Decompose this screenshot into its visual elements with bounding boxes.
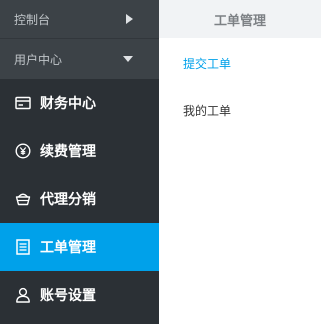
app-root: 控制台 用户中心 财务中心 续费管理 代理分销 工单管理 账号设置 工单管理 提… — [0, 0, 321, 324]
sidebar-item-account[interactable]: 账号设置 — [0, 271, 159, 319]
sidebar-item-label: 工单管理 — [40, 240, 96, 256]
submenu-panel: 工单管理 提交工单 我的工单 — [159, 0, 321, 324]
panel-title: 工单管理 — [159, 0, 321, 38]
sidebar-item-label: 账号设置 — [40, 288, 96, 304]
basket-icon — [14, 190, 32, 208]
user-icon — [14, 286, 32, 304]
chevron-right-icon — [126, 14, 133, 24]
document-icon — [14, 238, 32, 256]
chevron-down-icon — [123, 56, 133, 62]
sidebar-item-label: 续费管理 — [40, 144, 96, 160]
sidebar-item-distribution[interactable]: 代理分销 — [0, 175, 159, 223]
sidebar-item-finance[interactable]: 财务中心 — [0, 79, 159, 127]
sidebar-item-renewal[interactable]: 续费管理 — [0, 127, 159, 175]
yen-circle-icon — [14, 142, 32, 160]
nav-user-center[interactable]: 用户中心 — [0, 39, 159, 79]
nav-console[interactable]: 控制台 — [0, 0, 159, 38]
submenu-item-submit-ticket[interactable]: 提交工单 — [159, 40, 321, 86]
submenu-item-my-tickets[interactable]: 我的工单 — [159, 87, 321, 133]
sidebar: 控制台 用户中心 财务中心 续费管理 代理分销 工单管理 账号设置 — [0, 0, 159, 324]
sidebar-item-label: 代理分销 — [40, 192, 96, 208]
nav-user-center-label: 用户中心 — [14, 52, 63, 67]
sidebar-item-label: 财务中心 — [40, 96, 96, 112]
wallet-icon — [14, 94, 32, 112]
sidebar-item-tickets[interactable]: 工单管理 — [0, 223, 159, 271]
nav-console-label: 控制台 — [14, 12, 51, 27]
